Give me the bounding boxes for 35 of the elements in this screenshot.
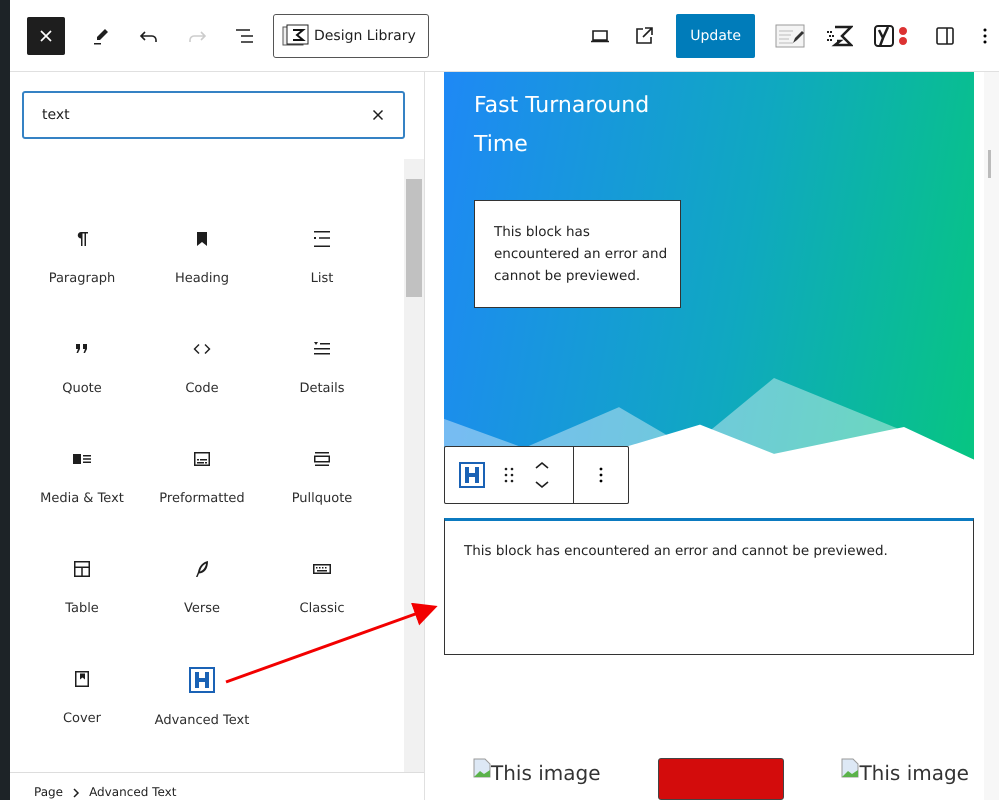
block-item[interactable]: Quote	[22, 319, 142, 429]
search-field[interactable]: text	[22, 91, 405, 139]
image-alt-text: This image	[859, 760, 969, 787]
block-item[interactable]: Pullquote	[262, 429, 382, 539]
block-item[interactable]: Paragraph	[22, 209, 142, 319]
broken-image-icon	[473, 758, 491, 778]
heading-h-icon	[189, 667, 215, 693]
chevron-right-icon	[71, 787, 82, 799]
image-alt-text: This image	[491, 760, 601, 787]
update-button[interactable]: Update	[676, 14, 755, 58]
block-item[interactable]: Code	[142, 319, 262, 429]
error-message: This block has encountered an error and cannot be previewed.	[464, 543, 888, 560]
block-item[interactable]: Verse	[142, 539, 262, 649]
block-item[interactable]: Details	[262, 319, 382, 429]
block-item[interactable]: Advanced Text	[142, 649, 262, 759]
error-message: This block has encountered an error and cannot be previewed.	[474, 200, 681, 308]
design-library-button[interactable]: Design Library	[273, 14, 429, 58]
broken-image-icon	[841, 758, 860, 778]
close-button[interactable]	[27, 16, 65, 54]
block-item[interactable]: Media & Text	[22, 429, 142, 539]
block-item[interactable]: Cover	[22, 649, 142, 759]
block-item[interactable]: Classic	[262, 539, 382, 649]
k-logo-icon[interactable]	[825, 24, 853, 48]
hero-title: Fast Turnaround Time	[474, 92, 650, 159]
heading-h-icon[interactable]	[459, 462, 485, 488]
library-logo-icon	[282, 24, 310, 48]
breadcrumb-link[interactable]: Page	[34, 785, 64, 799]
block-item[interactable]: Preformatted	[142, 429, 262, 539]
block-item[interactable]: Table	[22, 539, 142, 649]
scrollbar[interactable]	[404, 159, 424, 772]
breadcrumb-link[interactable]: Advanced Text	[89, 785, 176, 799]
block-item[interactable]: Heading	[142, 209, 262, 319]
block-item[interactable]: List	[262, 209, 382, 319]
drag-handle-icon[interactable]	[503, 466, 515, 484]
editor-pencil-icon[interactable]	[775, 22, 805, 48]
